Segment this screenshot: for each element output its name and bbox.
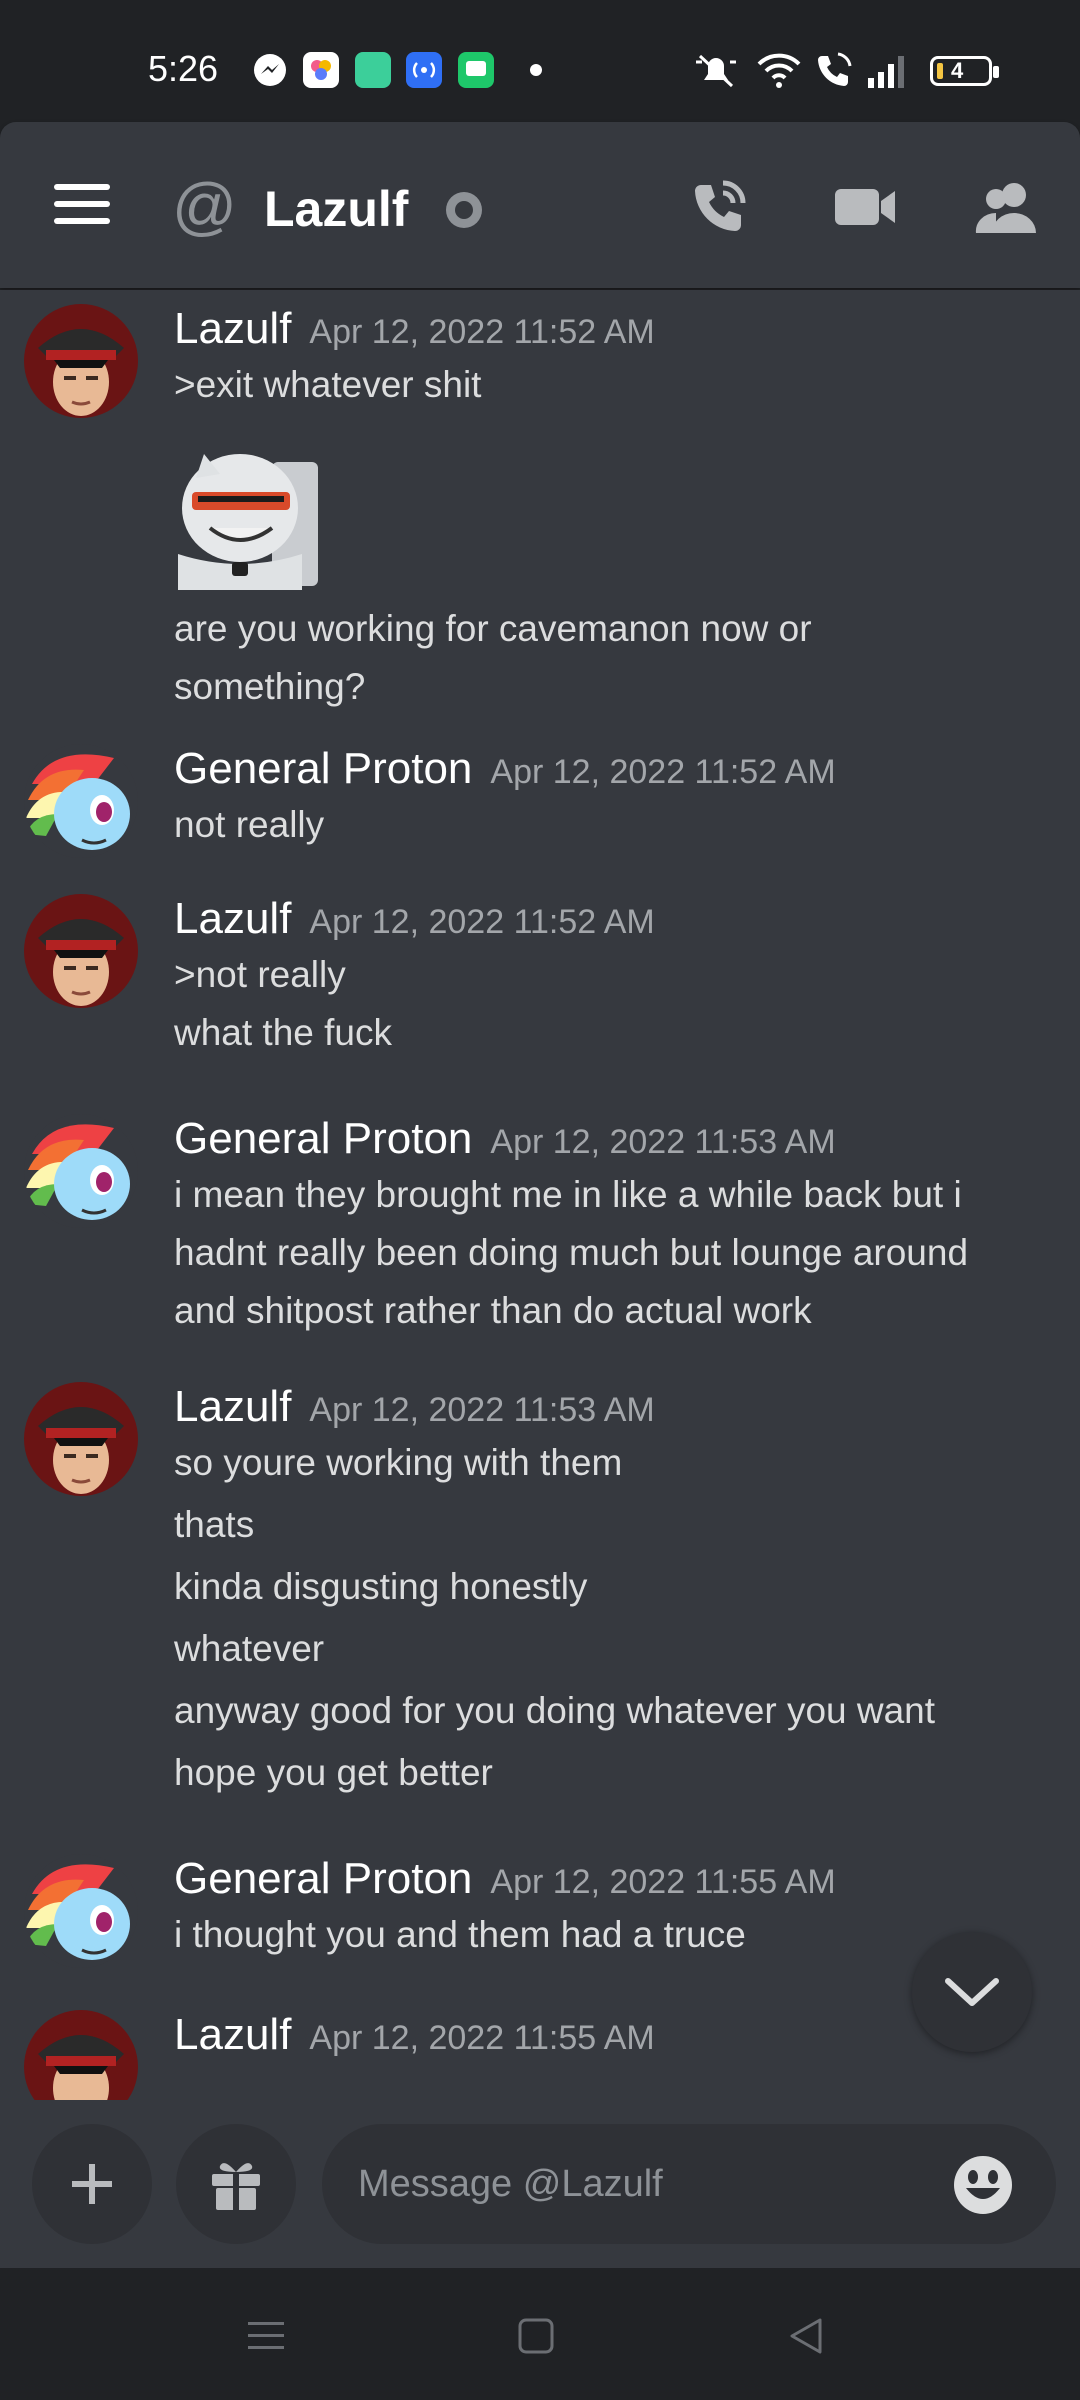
author-name[interactable]: General Proton (174, 1854, 472, 1903)
jump-to-latest-button[interactable] (912, 1932, 1032, 2052)
message-text: and shitpost rather than do actual work (174, 1290, 812, 1331)
avatar[interactable] (24, 304, 138, 418)
status-time: 5:26 (148, 48, 219, 89)
message-text: whatever (174, 1628, 325, 1669)
video-camera-icon (835, 189, 895, 225)
members-button[interactable] (972, 172, 1042, 242)
avatar[interactable] (24, 1382, 138, 1496)
chevron-down-icon (945, 1978, 999, 2006)
at-icon: @ (172, 170, 237, 242)
battery-icon: 4 (930, 56, 999, 86)
message-text: not really (174, 804, 325, 845)
battery-level: 4 (951, 58, 964, 83)
avatar[interactable] (24, 2010, 138, 2100)
menu-button[interactable] (54, 182, 110, 226)
message-author[interactable]: General Proton Apr 12, 2022 11:52 AM (174, 744, 836, 794)
emoji-button[interactable] (952, 2154, 1014, 2216)
photos-icon (303, 52, 339, 88)
message-author[interactable]: Lazulf Apr 12, 2022 11:53 AM (174, 1382, 655, 1432)
message-text: what the fuck (174, 1012, 393, 1053)
system-nav-bar (0, 2268, 1080, 2400)
author-name[interactable]: Lazulf (174, 304, 291, 353)
voice-call-button[interactable] (684, 172, 754, 242)
message-timestamp: Apr 12, 2022 11:55 AM (490, 1863, 836, 1901)
gift-icon (212, 2163, 260, 2210)
plus-icon (72, 2164, 112, 2204)
message-composer (0, 2100, 1080, 2268)
message-timestamp: Apr 12, 2022 11:52 AM (309, 903, 655, 941)
status-bar: 5:26 4 (0, 0, 1080, 120)
wifi-call-icon (814, 50, 854, 95)
dm-title[interactable]: Lazulf (264, 180, 408, 238)
message-author[interactable]: Lazulf Apr 12, 2022 11:55 AM (174, 2010, 655, 2060)
message-author[interactable]: Lazulf Apr 12, 2022 11:52 AM (174, 304, 655, 354)
back-triangle-icon (790, 2318, 822, 2354)
message-author[interactable]: General Proton Apr 12, 2022 11:53 AM (174, 1114, 836, 1164)
message-timestamp: Apr 12, 2022 11:55 AM (309, 2019, 655, 2057)
message-list[interactable]: Lazulf Apr 12, 2022 11:52 AM >exit whatev… (0, 290, 1080, 2100)
avatar[interactable] (24, 894, 138, 1008)
channel-header: @ Lazulf (0, 122, 1080, 288)
wifi-icon (756, 50, 802, 95)
author-name[interactable]: Lazulf (174, 1382, 291, 1431)
message-timestamp: Apr 12, 2022 11:52 AM (309, 313, 655, 351)
phone-icon (695, 180, 746, 231)
message-text: >exit whatever shit (174, 364, 482, 405)
message-text: hope you get better (174, 1752, 493, 1793)
members-icon (975, 183, 1036, 233)
message-text: are you working for cavemanon now or (174, 608, 812, 649)
broadcast-icon (406, 52, 442, 88)
message-text: anyway good for you doing whatever you w… (174, 1690, 936, 1731)
message-author[interactable]: Lazulf Apr 12, 2022 11:52 AM (174, 894, 655, 944)
messages-app-icon (458, 52, 494, 88)
message-input[interactable] (322, 2124, 1056, 2244)
add-attachment-button[interactable] (32, 2124, 152, 2244)
menu-lines-icon (248, 2322, 284, 2349)
home-button[interactable] (508, 2308, 564, 2364)
author-name[interactable]: General Proton (174, 744, 472, 793)
message-text: >not really (174, 954, 346, 995)
status-indicator (446, 192, 482, 228)
signal-icon (866, 54, 912, 93)
recent-apps-button[interactable] (238, 2308, 294, 2364)
notification-dot-icon (530, 64, 542, 76)
message-text: kinda disgusting honestly (174, 1566, 588, 1607)
sticker-image[interactable] (176, 444, 320, 590)
square-icon (518, 2318, 554, 2354)
avatar[interactable] (24, 744, 138, 858)
author-name[interactable]: Lazulf (174, 2010, 291, 2059)
mute-icon (692, 50, 740, 95)
message-text: i thought you and them had a truce (174, 1914, 746, 1955)
message-timestamp: Apr 12, 2022 11:52 AM (490, 753, 836, 791)
smiley-icon (954, 2156, 1012, 2214)
message-author[interactable]: General Proton Apr 12, 2022 11:55 AM (174, 1854, 836, 1904)
video-call-button[interactable] (830, 172, 900, 242)
app-icon-green (355, 52, 391, 88)
message-text: so youre working with them (174, 1442, 623, 1483)
message-text: i mean they brought me in like a while b… (174, 1174, 962, 1215)
message-text: hadnt really been doing much but lounge … (174, 1232, 969, 1273)
message-text: thats (174, 1504, 255, 1545)
messenger-icon (252, 52, 288, 88)
message-text: something? (174, 666, 366, 707)
message-timestamp: Apr 12, 2022 11:53 AM (309, 1391, 655, 1429)
avatar[interactable] (24, 1114, 138, 1228)
avatar[interactable] (24, 1854, 138, 1968)
back-button[interactable] (778, 2308, 834, 2364)
author-name[interactable]: Lazulf (174, 894, 291, 943)
message-timestamp: Apr 12, 2022 11:53 AM (490, 1123, 836, 1161)
author-name[interactable]: General Proton (174, 1114, 472, 1163)
gift-button[interactable] (176, 2124, 296, 2244)
